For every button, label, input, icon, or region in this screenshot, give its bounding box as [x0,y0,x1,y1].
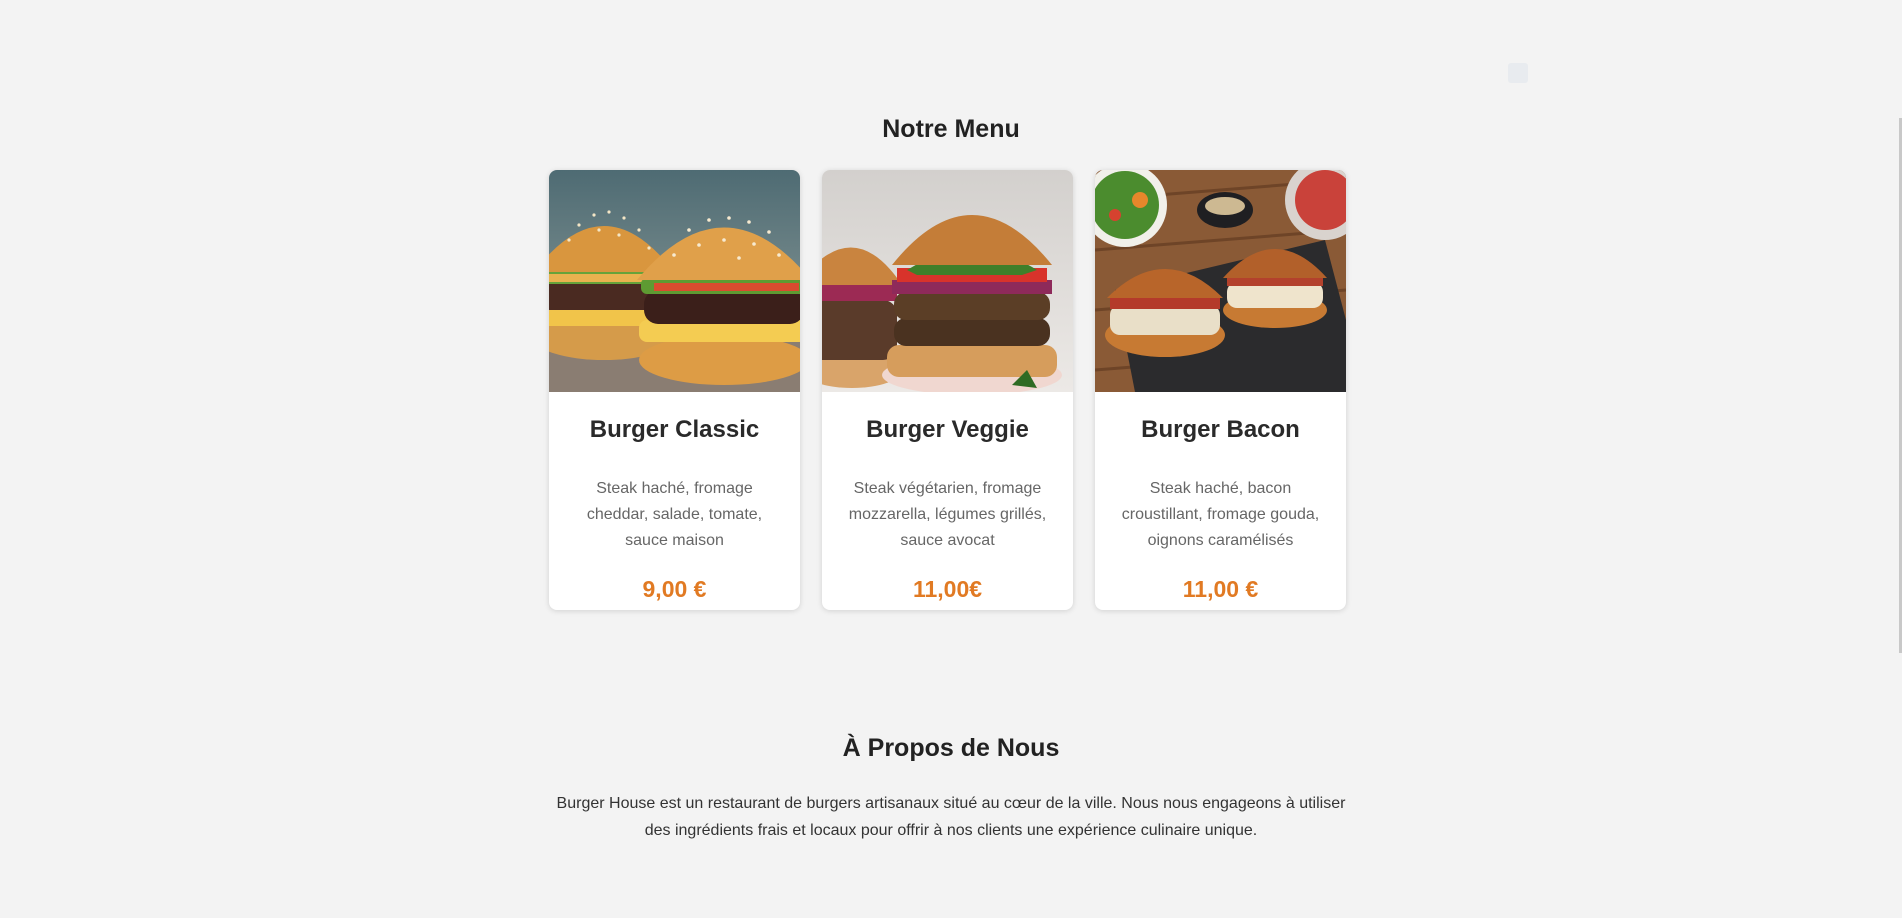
menu-item-price: 11,00€ [912,576,983,602]
veggie-burger-photo [822,170,1073,392]
menu-item-name: Burger Classic [589,416,760,443]
menu-item-price: 11,00 € [1182,576,1259,602]
menu-item-price: 9,00 € [642,576,707,602]
menu-card-bacon[interactable]: Burger Bacon Steak haché, bacon croustil… [1095,170,1346,610]
menu-item-name: Burger Veggie [866,416,1029,443]
menu-item-description: Steak haché, bacon croustillant, fromage… [1121,480,1320,549]
menu-item-description: Steak haché, fromage cheddar, salade, to… [586,480,763,549]
bacon-burger-photo [1095,170,1346,392]
faded-overlay-badge [1508,62,1708,84]
menu-item-description: Steak végétarien, fromage mozzarella, lé… [848,480,1047,549]
about-description: Burger House est un restaurant de burger… [556,795,1346,839]
page: Notre Menu Burger Classic Steak haché, f… [0,0,1902,918]
classic-burger-photo [549,170,800,392]
about-section: Burger House est un restaurant de burger… [0,790,1902,844]
menu-item-name: Burger Bacon [1141,416,1300,443]
menu-card-classic[interactable]: Burger Classic Steak haché, fromage ched… [549,170,800,610]
checkbox-icon [1508,63,1528,83]
menu-card-veggie[interactable]: Burger Veggie Steak végétarien, fromage … [822,170,1073,610]
menu-section-title: Notre Menu [882,115,1020,143]
menu-cards: Burger Classic Steak haché, fromage ched… [549,170,1346,610]
about-section-title: À Propos de Nous [842,734,1060,762]
